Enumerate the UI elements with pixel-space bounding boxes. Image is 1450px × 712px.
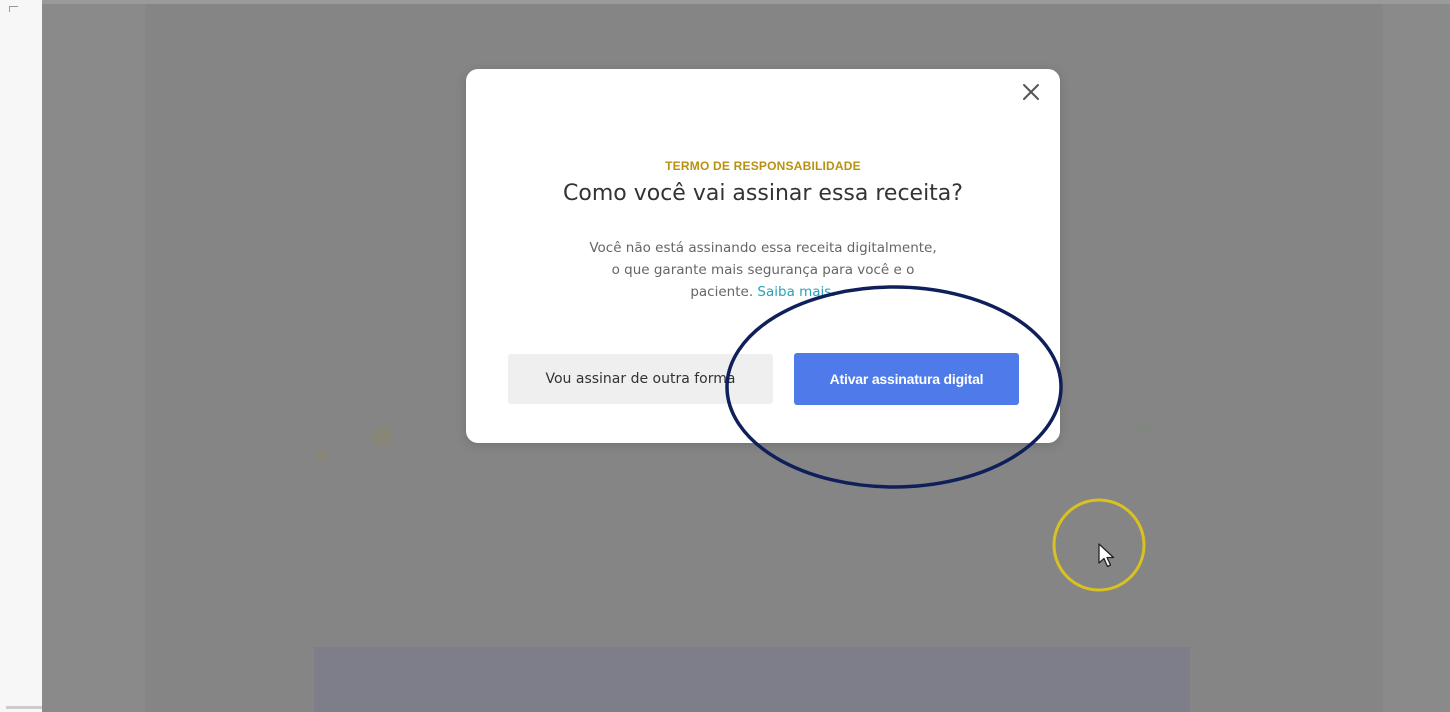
dimmed-bottom-button [314, 647, 1190, 712]
sign-another-way-button[interactable]: Vou assinar de outra forma [508, 354, 773, 404]
close-icon [1021, 82, 1041, 106]
left-margin [0, 0, 42, 712]
description-line: o que garante mais segurança para você e… [611, 262, 915, 278]
dialog-description: Você não está assinando essa receita dig… [546, 237, 980, 303]
dimmed-decoration [372, 426, 392, 446]
activate-digital-signature-button[interactable]: Ativar assinatura digital [794, 353, 1019, 405]
dimmed-decoration [316, 450, 328, 462]
description-line: paciente. Saiba mais. [546, 281, 980, 303]
close-button[interactable] [1018, 81, 1044, 107]
description-text: paciente. [690, 284, 758, 300]
dialog-title: Como você vai assinar essa receita? [563, 181, 963, 206]
corner-mark [9, 6, 18, 12]
dimmed-decoration [1138, 420, 1152, 434]
learn-more-link[interactable]: Saiba mais. [757, 284, 835, 300]
dimmed-top-bar [42, 0, 1450, 4]
screen: TERMO DE RESPONSABILIDADE Como você vai … [0, 0, 1450, 712]
description-line: Você não está assinando essa receita dig… [589, 240, 937, 256]
bottom-left-mark [6, 706, 42, 709]
signature-dialog: TERMO DE RESPONSABILIDADE Como você vai … [466, 69, 1060, 443]
dialog-eyebrow: TERMO DE RESPONSABILIDADE [665, 159, 861, 173]
